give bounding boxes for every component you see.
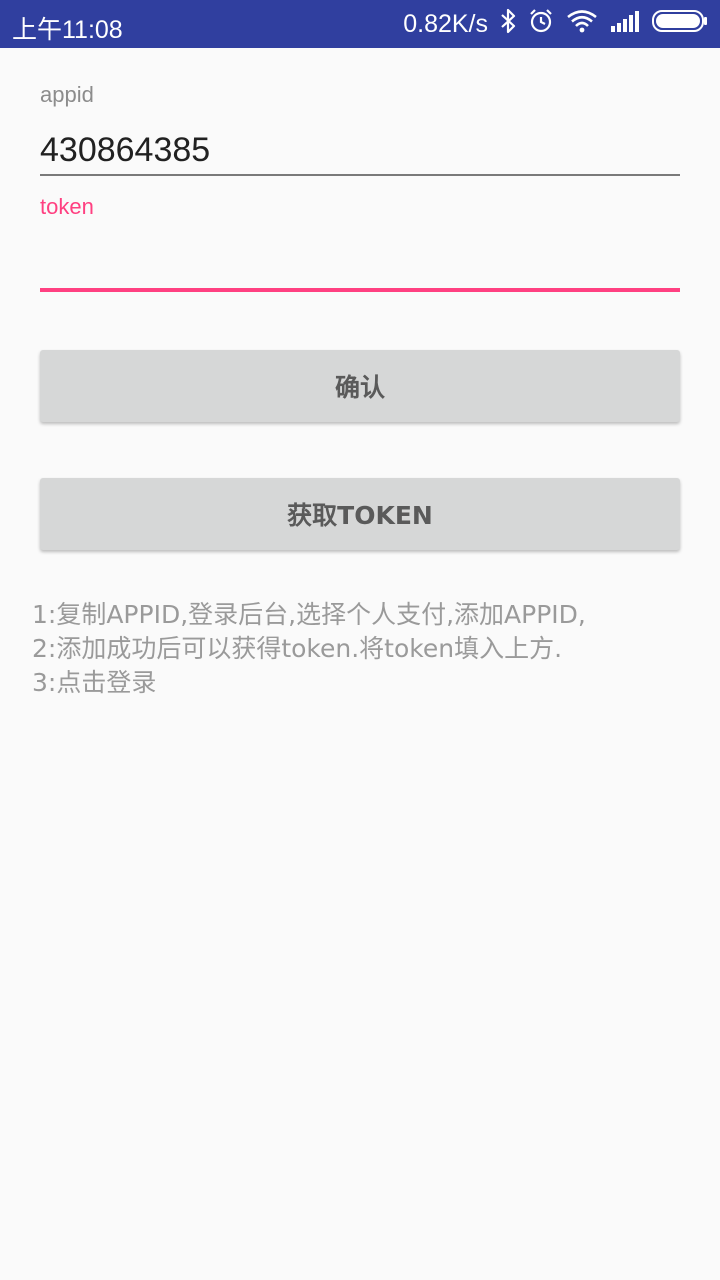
battery-icon [652,9,708,40]
token-input[interactable] [40,238,680,292]
wifi-icon [566,9,598,40]
status-bar: 上午11:08 0.82K/s [0,0,720,48]
appid-input[interactable] [40,126,680,176]
instructions: 1:复制APPID,登录后台,选择个人支付,添加APPID, 2:添加成功后可以… [32,598,692,700]
instruction-step-1: 1:复制APPID,登录后台,选择个人支付,添加APPID, [32,600,586,629]
instruction-step-3: 3:点击登录 [32,668,157,697]
status-time: 上午11:08 [12,16,123,44]
instruction-step-2: 2:添加成功后可以获得token.将token填入上方. [32,634,563,663]
signal-icon [610,10,640,39]
token-label: token [40,194,94,219]
bluetooth-icon [500,8,516,41]
alarm-icon [528,8,554,41]
confirm-button[interactable]: 确认 [40,350,680,422]
status-icons: 0.82K/s [391,8,708,40]
appid-label: appid [40,82,94,107]
get-token-button[interactable]: 获取TOKEN [40,478,680,550]
network-speed: 0.82K/s [403,9,488,38]
